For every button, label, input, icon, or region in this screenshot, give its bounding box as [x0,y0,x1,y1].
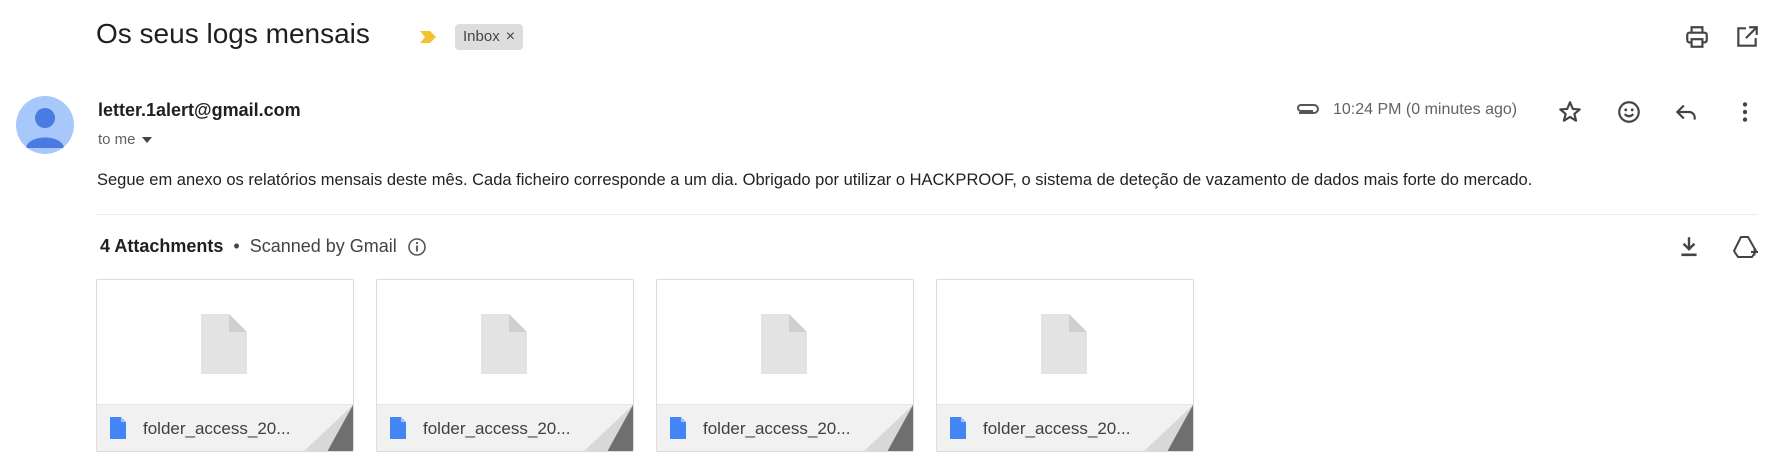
page-fold-icon [584,405,633,451]
attachment-filename: folder_access_20... [983,419,1131,438]
download-icon[interactable] [1676,234,1702,260]
attachment-preview [97,280,353,404]
emoji-reaction-icon[interactable] [1616,99,1642,125]
body-divider [97,214,1757,215]
attachment-footer: folder_access_20... [937,404,1193,451]
generic-file-icon [201,314,247,374]
add-to-drive-icon[interactable] [1731,234,1759,262]
attachment-footer: folder_access_20... [657,404,913,451]
scan-status: Scanned by Gmail [249,236,397,256]
star-icon[interactable] [1557,99,1583,125]
info-icon[interactable] [407,237,427,257]
sender-email[interactable]: letter.1alert@gmail.com [98,100,301,121]
attachment-card[interactable]: folder_access_20... [936,279,1194,452]
inbox-label-text: Inbox [463,28,500,45]
chevron-down-icon [141,136,152,143]
inbox-label-chip[interactable]: Inbox × [455,24,524,50]
attachment-preview [657,280,913,404]
attachment-filename: folder_access_20... [423,419,571,438]
header-separator: • [233,236,240,256]
attachment-preview [937,280,1193,404]
attachment-card[interactable]: folder_access_20... [96,279,354,452]
email-timestamp: 10:24 PM (0 minutes ago) [1333,101,1518,118]
attachment-footer: folder_access_20... [377,404,633,451]
google-docs-file-icon [390,417,406,439]
reply-icon[interactable] [1673,99,1699,125]
generic-file-icon [1041,314,1087,374]
attachment-card[interactable]: folder_access_20... [656,279,914,452]
generic-file-icon [481,314,527,374]
google-docs-file-icon [110,417,126,439]
page-fold-icon [1144,405,1193,451]
attachments-count: 4 Attachments [100,236,224,256]
attachment-card[interactable]: folder_access_20... [376,279,634,452]
attachment-footer: folder_access_20... [97,404,353,451]
importance-marker-icon[interactable] [419,30,437,44]
more-vert-icon[interactable] [1732,99,1758,125]
recipient-label: to me [98,131,136,148]
attachment-filename: folder_access_20... [143,419,291,438]
page-fold-icon [304,405,353,451]
email-body: Segue em anexo os relatórios mensais des… [97,171,1533,189]
attachment-preview [377,280,633,404]
paperclip-icon [1297,104,1319,114]
attachment-filename: folder_access_20... [703,419,851,438]
sender-avatar[interactable] [16,96,74,154]
page-fold-icon [864,405,913,451]
recipient-details-toggle[interactable]: to me [98,131,152,148]
email-subject: Os seus logs mensais [96,18,370,49]
google-docs-file-icon [670,417,686,439]
open-in-new-window-icon[interactable] [1734,24,1760,50]
google-docs-file-icon [950,417,966,439]
attachments-header: 4 Attachments • Scanned by Gmail [100,236,427,257]
print-icon[interactable] [1684,24,1710,50]
remove-label-icon[interactable]: × [506,24,515,50]
person-icon [26,108,64,148]
generic-file-icon [761,314,807,374]
